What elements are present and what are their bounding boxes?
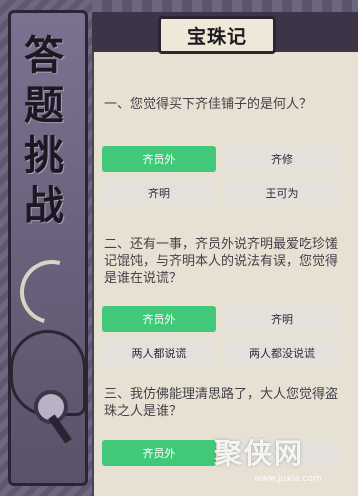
watermark-logo: 聚侠网 [214, 437, 305, 470]
question-1-text: 一、您觉得买下齐佳铺子的是何人？ [104, 97, 313, 112]
side-title-char: 挑 [24, 132, 64, 179]
q1-option-4[interactable]: 王可为 [225, 180, 339, 206]
page-title: 宝珠记 [186, 25, 247, 48]
q2-option-3[interactable]: 两人都说谎 [102, 340, 216, 366]
q1-option-3[interactable]: 齐明 [102, 180, 216, 206]
q1-option-1[interactable]: 齐员外 [102, 146, 216, 172]
side-title-char: 战 [24, 182, 64, 229]
side-title-char: 答 [24, 32, 64, 79]
q2-option-4[interactable]: 两人都没说谎 [225, 340, 339, 366]
side-title: 答 题 挑 战 [16, 34, 72, 228]
q1-option-2[interactable]: 齐修 [225, 146, 339, 172]
q3-option-1[interactable]: 齐员外 [102, 440, 216, 466]
side-title-char: 题 [24, 82, 64, 129]
left-decor-panel: 答 题 挑 战 [0, 0, 96, 496]
q2-option-2[interactable]: 齐明 [225, 306, 339, 332]
title-plate: 宝珠记 [158, 16, 276, 54]
watermark: 聚侠网 www.juxia.com [214, 432, 358, 496]
q2-option-1[interactable]: 齐员外 [102, 306, 216, 332]
question-3-text: 三、我仿佛能理清思路了，大人您觉得盗珠之人是谁？ [104, 387, 339, 419]
question-2-text: 二、还有一事，齐员外说齐明最爱吃珍馐记馄饨，与齐明本人的说法有误，您觉得是谁在说… [104, 237, 339, 286]
watermark-url: www.juxia.com [254, 474, 322, 484]
